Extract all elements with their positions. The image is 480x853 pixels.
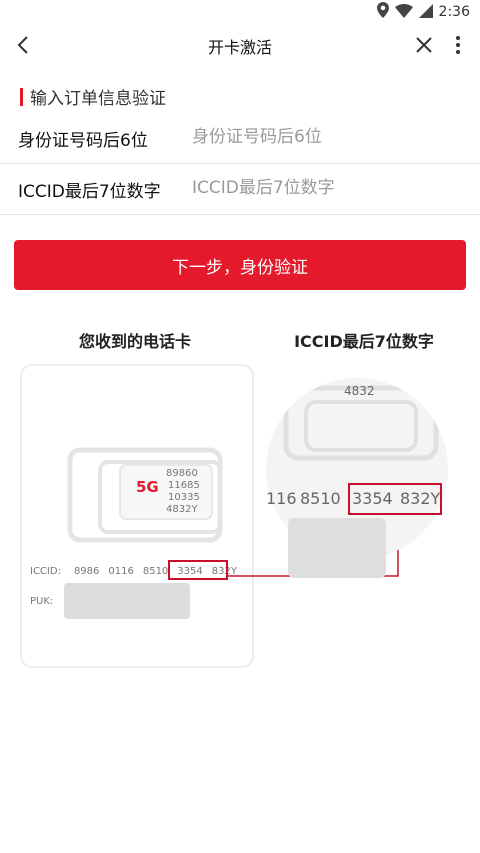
sim-iccid-group: 8986	[73, 566, 100, 577]
sim-5g-logo: 5G	[136, 478, 159, 496]
sim-puk-label: PUK:	[30, 596, 54, 607]
section-title: 输入订单信息验证	[20, 84, 166, 109]
zoom-top-number: 4832	[344, 384, 375, 398]
iccid-row: ICCID最后7位数字	[0, 164, 480, 215]
wifi-icon	[394, 3, 413, 22]
next-step-button[interactable]: 下一步，身份验证	[14, 240, 466, 290]
sim-iccid-group: 8510	[142, 566, 169, 577]
id-number-input[interactable]	[192, 121, 462, 153]
more-vertical-icon	[456, 36, 460, 54]
close-icon	[416, 37, 432, 53]
iccid-highlight-zoom	[348, 483, 442, 515]
sim-iccid-label: ICCID:	[30, 566, 61, 577]
sim-iccid-group: 0116	[108, 566, 134, 577]
section-title-text: 输入订单信息验证	[30, 89, 166, 109]
iccid-input[interactable]	[192, 172, 462, 204]
sim-puk-mask	[64, 583, 190, 619]
page-title: 开卡激活	[207, 38, 272, 57]
status-bar: 2:36	[0, 0, 480, 24]
zoom-iccid-group: 116	[266, 489, 297, 508]
zoom-iccid-group: 8510	[300, 489, 341, 508]
iccid-label: ICCID最后7位数字	[18, 182, 161, 202]
chip-line: 89860	[166, 468, 198, 479]
iccid-highlight-small	[168, 560, 228, 580]
chip-line: 10335	[168, 492, 200, 503]
app-bar: 开卡激活	[0, 24, 480, 66]
section-accent-bar	[20, 87, 23, 106]
close-button[interactable]	[412, 33, 436, 57]
status-icons: 2:36	[376, 2, 470, 22]
status-time: 2:36	[438, 4, 470, 20]
id-number-row: 身份证号码后6位	[0, 113, 480, 164]
location-icon	[376, 2, 389, 22]
sim-card-heading: 您收到的电话卡	[78, 332, 191, 351]
more-button[interactable]	[446, 33, 470, 57]
id-number-label: 身份证号码后6位	[18, 131, 148, 151]
zoom-puk-mask	[288, 518, 386, 578]
chip-line: 4832Y	[166, 504, 198, 515]
iccid-zoom-heading: ICCID最后7位数字	[294, 332, 434, 351]
chip-line: 11685	[168, 480, 200, 491]
signal-icon	[418, 3, 433, 22]
